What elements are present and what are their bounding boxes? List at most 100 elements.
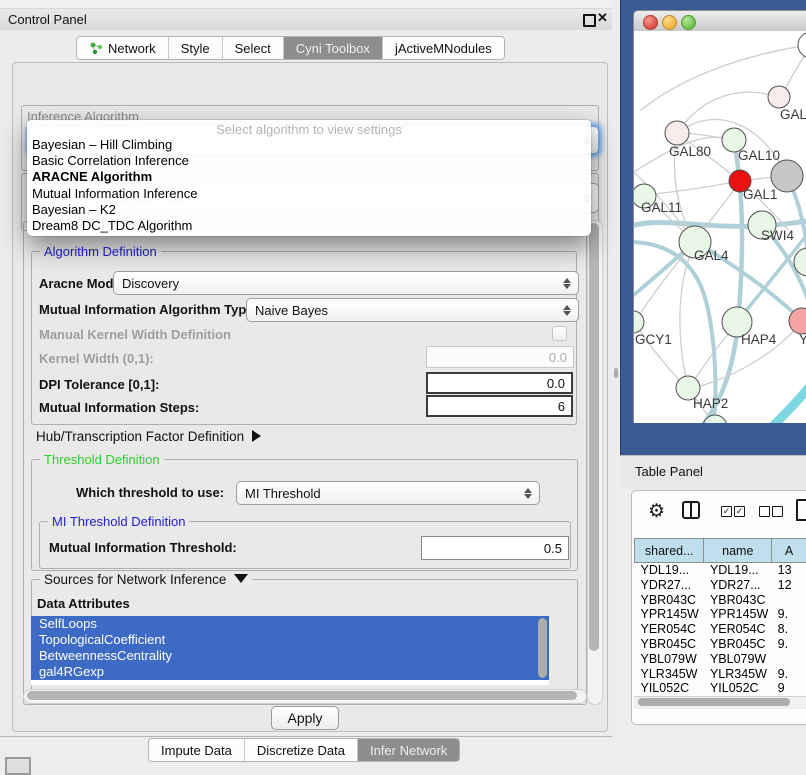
node-table[interactable]: shared...nameA YDL19...YDL19...13YDR27..… — [634, 538, 806, 696]
network-edge[interactable] — [680, 243, 695, 387]
column-header[interactable]: name — [704, 539, 772, 563]
mi-type-combobox[interactable]: Naive Bayes — [246, 298, 579, 322]
table-panel-titlebar: Table Panel — [620, 455, 806, 489]
attribute-item[interactable]: BetweennessCentrality — [31, 648, 549, 664]
splitter-handle[interactable] — [614, 368, 618, 378]
table-row[interactable]: YDR27...YDR27...12 — [635, 578, 806, 593]
node[interactable] — [798, 32, 806, 58]
tab-label: Cyni Toolbox — [296, 41, 370, 56]
corner-grip-icon[interactable] — [5, 757, 31, 775]
table-cell: YDR27... — [635, 578, 704, 593]
table-row[interactable]: YBR045CYBR045C9. — [635, 637, 806, 652]
table-row[interactable]: YPR145WYPR145W9. — [635, 607, 806, 622]
zoom-traffic-icon[interactable] — [681, 15, 696, 30]
table-hscrollbar-thumb[interactable] — [638, 698, 790, 706]
network-window-titlebar[interactable] — [633, 10, 806, 33]
column-header[interactable]: shared... — [635, 539, 704, 563]
table-cell: YDL19... — [704, 563, 772, 578]
table-cell: YBR043C — [704, 593, 772, 608]
table-cell: YBL079W — [704, 652, 772, 667]
tab-select[interactable]: Select — [223, 37, 284, 59]
apply-button[interactable]: Apply — [271, 706, 339, 730]
document-icon[interactable] — [796, 499, 806, 521]
kernel-width-field[interactable]: 0.0 — [426, 346, 574, 368]
aracne-mode-combobox[interactable]: Discovery — [113, 271, 579, 295]
table-panel-title: Table Panel — [635, 464, 703, 479]
bottom-tabbar: Impute DataDiscretize DataInfer Network — [148, 738, 460, 762]
cyni-toolbox-content: Inference Algorithm gal-filtered sif def… — [12, 62, 608, 732]
node-gal80[interactable] — [665, 121, 689, 145]
tab-jactivemnodules[interactable]: jActiveMNodules — [383, 37, 504, 59]
table-cell: YDR27... — [704, 578, 772, 593]
tab-network[interactable]: Network — [77, 37, 169, 59]
tab-label: jActiveMNodules — [395, 41, 492, 56]
combo-stepper-icon — [561, 299, 573, 321]
popup-item[interactable]: ARACNE Algorithm — [27, 169, 591, 185]
attribute-item[interactable]: gal4RGexp — [31, 664, 549, 680]
bottom-tab-infer-network[interactable]: Infer Network — [358, 739, 459, 761]
mi-threshold-label: Mutual Information Threshold: — [49, 540, 237, 555]
attr-list-scrollbar[interactable] — [538, 618, 547, 678]
minimize-traffic-icon[interactable] — [662, 15, 677, 30]
network-edge[interactable] — [769, 382, 806, 423]
table-row[interactable]: YBL079WYBL079W — [635, 652, 806, 667]
settings-vscrollbar-thumb[interactable] — [589, 223, 599, 651]
table-row[interactable]: YDL19...YDL19...13 — [635, 563, 806, 578]
mi-threshold-field[interactable]: 0.5 — [421, 536, 569, 560]
settings-hscrollbar-thumb[interactable] — [27, 691, 577, 700]
deselect-all-checkbox2-icon[interactable] — [772, 506, 783, 517]
close-traffic-icon[interactable] — [643, 15, 658, 30]
network-edge[interactable] — [646, 181, 739, 195]
dpi-tolerance-field[interactable]: 0.0 — [426, 372, 573, 394]
table-row[interactable]: YLR345WYLR345W9. — [635, 667, 806, 682]
network-view-canvas[interactable]: GALGAL80GAL10GAL1GAL11SWI4GAL4GCY1HAP4YH… — [633, 31, 806, 423]
popup-item[interactable]: Dream8 DC_TDC Algorithm — [27, 218, 591, 234]
column-header[interactable]: A — [772, 539, 806, 563]
table-cell: YIL052C — [704, 681, 772, 696]
select-all-checkbox-icon[interactable]: ✓ — [721, 506, 732, 517]
bottom-tab-impute-data[interactable]: Impute Data — [149, 739, 245, 761]
network-graph[interactable]: GALGAL80GAL10GAL1GAL11SWI4GAL4GCY1HAP4YH… — [634, 31, 806, 423]
which-threshold-value: MI Threshold — [245, 486, 321, 501]
columns-icon[interactable] — [682, 501, 700, 519]
table-row[interactable]: YER054CYER054C8. — [635, 622, 806, 637]
tab-style[interactable]: Style — [169, 37, 223, 59]
table-cell: YIL052C — [635, 681, 704, 696]
algorithm-definition-title: Algorithm Definition — [40, 244, 161, 259]
data-attributes-list[interactable]: SelfLoopsTopologicalCoefficientBetweenne… — [31, 616, 549, 685]
table-cell: YLR345W — [635, 667, 704, 682]
popup-item[interactable]: Mutual Information Inference — [27, 186, 591, 202]
table-cell: 9 — [772, 681, 806, 696]
hub-definition-label: Hub/Transcription Factor Definition — [36, 429, 244, 444]
table-cell: 13 — [772, 563, 806, 578]
deselect-all-checkbox-icon[interactable] — [759, 506, 770, 517]
node-gcy1[interactable] — [634, 311, 644, 333]
table-cell: 9. — [772, 667, 806, 682]
gear-icon[interactable]: ⚙ — [648, 500, 665, 523]
control-panel-body: Network StyleSelect Cyni Toolbox jActiveMNo… — [0, 30, 612, 737]
sources-title-toggle[interactable]: Sources for Network Inference — [40, 572, 252, 587]
attribute-item[interactable]: SelfLoops — [31, 616, 549, 632]
popup-item[interactable]: Bayesian – Hill Climbing — [27, 137, 591, 153]
float-window-icon[interactable] — [583, 14, 596, 27]
threshold-definition-title: Threshold Definition — [40, 452, 164, 467]
which-threshold-combobox[interactable]: MI Threshold — [236, 481, 540, 505]
popup-item[interactable]: Basic Correlation Inference — [27, 153, 591, 169]
mi-steps-field[interactable]: 6 — [426, 395, 573, 417]
bottom-tab-discretize-data[interactable]: Discretize Data — [245, 739, 358, 761]
tab-cyni-toolbox[interactable]: Cyni Toolbox — [284, 37, 383, 59]
hub-definition-toggle[interactable]: Hub/Transcription Factor Definition — [36, 429, 261, 444]
manual-kernel-checkbox[interactable] — [552, 326, 567, 341]
node-label: GAL10 — [738, 148, 780, 163]
table-row[interactable]: YBR043CYBR043C — [635, 593, 806, 608]
close-icon[interactable]: ✕ — [597, 10, 608, 26]
table-row[interactable]: YIL052CYIL052C9 — [635, 681, 806, 696]
select-all-checkbox2-icon[interactable]: ✓ — [734, 506, 745, 517]
tab-label: Network — [108, 41, 156, 56]
network-edge[interactable] — [677, 92, 779, 133]
table-cell — [772, 652, 806, 667]
attribute-item[interactable]: TopologicalCoefficient — [31, 632, 549, 648]
node-gal[interactable] — [768, 86, 790, 108]
node-label: HAP4 — [741, 332, 777, 347]
popup-item[interactable]: Bayesian – K2 — [27, 202, 591, 218]
